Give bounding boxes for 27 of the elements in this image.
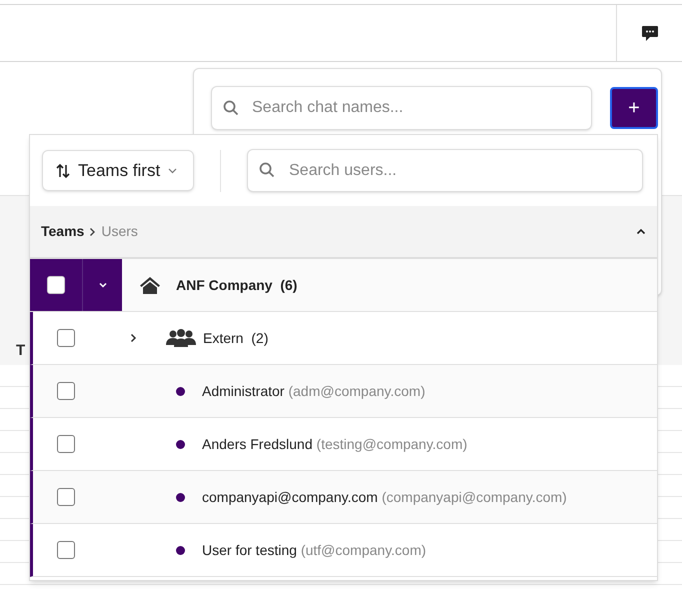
column-heading: T [16,341,26,361]
breadcrumb-item[interactable]: Teams [41,221,84,242]
sort-dropdown[interactable]: Teams first [42,150,194,191]
caret-icon [168,168,178,174]
team-name[interactable]: ANF Company (6) [176,274,298,296]
search-icon [223,100,239,116]
user-name[interactable]: Anders Fredslund (testing@company.com) [202,434,468,454]
house-icon [138,276,160,294]
checkbox[interactable] [56,541,74,559]
search-field[interactable]: Search chat names... [211,86,592,130]
team-name[interactable]: Extern (2) [203,328,268,348]
checkbox[interactable] [56,329,74,347]
chevron-icon [89,226,96,236]
checkbox[interactable] [56,435,74,453]
chevron-icon[interactable] [98,280,108,290]
chat-icon[interactable] [640,24,658,42]
search-field[interactable]: Search users... [247,149,643,192]
search-icon [259,162,275,178]
checkbox[interactable] [56,382,74,400]
collapse-icon[interactable] [636,228,646,235]
sort-icon [56,162,70,178]
checkbox[interactable] [47,276,65,294]
user-name[interactable]: User for testing (utf@company.com) [202,540,426,560]
user-name[interactable]: Administrator (adm@company.com) [202,380,426,402]
people-icon [166,329,196,347]
checkbox[interactable] [56,488,74,506]
add-button[interactable]: + [610,87,658,129]
